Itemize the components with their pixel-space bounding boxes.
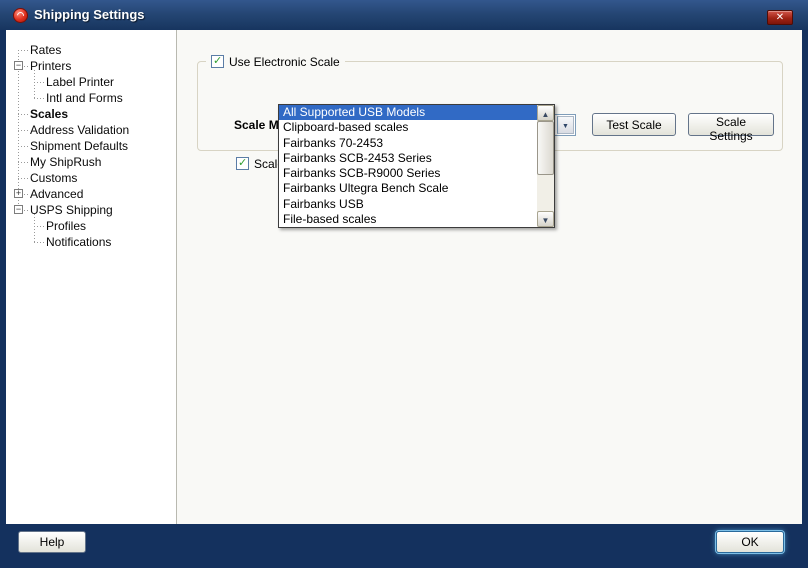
sidebar-item-label: Customs (30, 171, 78, 185)
scroll-down-icon: ▼ (541, 216, 550, 225)
app-logo-swoosh (15, 10, 26, 21)
combobox-dropdown-button[interactable]: ▼ (557, 116, 574, 134)
sidebar-item-shipment-defaults[interactable]: Shipment Defaults (8, 138, 176, 154)
scrollbar-thumb[interactable] (537, 121, 554, 175)
sidebar-item-customs[interactable]: Customs (8, 170, 176, 186)
tree-rows: Rates − Printers Label Printer Intl and Form… (8, 30, 176, 250)
scroll-down-button[interactable]: ▼ (537, 211, 554, 227)
help-button[interactable]: Help (18, 531, 86, 553)
collapse-icon[interactable]: − (14, 205, 23, 214)
sidebar-item-label-printer[interactable]: Label Printer (8, 74, 176, 90)
checkmark-icon: ✓ (238, 157, 248, 169)
dropdown-option-clipboard-based-scales[interactable]: Clipboard-based scales (279, 120, 537, 135)
dropdown-option-fairbanks-scb-r9000-series[interactable]: Fairbanks SCB-R9000 Series (279, 166, 537, 181)
sidebar-item-label: USPS Shipping (30, 203, 113, 217)
sidebar-item-label: Label Printer (46, 75, 115, 89)
sidebar-item-label: Profiles (46, 219, 87, 233)
use-electronic-scale-label: Use Electronic Scale (229, 54, 340, 69)
titlebar: Shipping Settings ✕ (0, 0, 808, 30)
sidebar-item-label: Shipment Defaults (30, 139, 129, 153)
sidebar-item-intl-and-forms[interactable]: Intl and Forms (8, 90, 176, 106)
sidebar-item-usps-shipping[interactable]: − USPS Shipping (8, 202, 176, 218)
sidebar-item-notifications[interactable]: Notifications (8, 234, 176, 250)
use-electronic-scale-checkbox[interactable]: ✓ (211, 55, 224, 68)
dropdown-scrollbar[interactable]: ▲ ▼ (537, 105, 554, 227)
chevron-down-icon: ▼ (562, 123, 569, 130)
dropdown-option-fairbanks-70-2453[interactable]: Fairbanks 70-2453 (279, 136, 537, 151)
scroll-up-button[interactable]: ▲ (537, 105, 554, 121)
dropdown-option-file-based-scales[interactable]: File-based scales (279, 212, 537, 227)
sidebar-item-label: Advanced (30, 187, 84, 201)
shipping-settings-window: Shipping Settings ✕ Rates − Printers Label … (0, 0, 808, 568)
sidebar-item-label: Intl and Forms (46, 91, 123, 105)
close-button[interactable]: ✕ (767, 10, 793, 25)
sidebar-item-label: Printers (30, 59, 72, 73)
checkmark-icon: ✓ (213, 55, 223, 67)
main-panel: ✓ Use Electronic Scale Scale Model All S… (176, 30, 802, 524)
scale-weight-checkbox[interactable]: ✓ (236, 157, 249, 170)
sidebar-item-rates[interactable]: Rates (8, 42, 176, 58)
dropdown-option-all-supported-usb-models[interactable]: All Supported USB Models (279, 105, 537, 121)
footer: Help OK (0, 524, 808, 568)
group-legend: ✓ Use Electronic Scale (206, 54, 345, 69)
sidebar-item-printers[interactable]: − Printers (8, 58, 176, 74)
sidebar-item-advanced[interactable]: + Advanced (8, 186, 176, 202)
scroll-up-icon: ▲ (541, 110, 550, 119)
sidebar-item-scales[interactable]: Scales (8, 106, 176, 122)
dropdown-option-fairbanks-usb[interactable]: Fairbanks USB (279, 197, 537, 212)
expand-icon[interactable]: + (14, 189, 23, 198)
sidebar-item-my-shiprush[interactable]: My ShipRush (8, 154, 176, 170)
dropdown-option-fairbanks-scb-2453-series[interactable]: Fairbanks SCB-2453 Series (279, 151, 537, 166)
sidebar-item-label: My ShipRush (30, 155, 102, 169)
sidebar-item-profiles[interactable]: Profiles (8, 218, 176, 234)
sidebar-tree: Rates − Printers Label Printer Intl and Form… (8, 30, 176, 524)
scale-settings-button[interactable]: Scale Settings (688, 113, 774, 143)
window-title: Shipping Settings (34, 7, 145, 22)
sidebar-item-label: Rates (30, 43, 62, 57)
dropdown-options: All Supported USB Models Clipboard-based … (279, 105, 537, 227)
sidebar-item-label: Scales (30, 107, 69, 121)
ok-button[interactable]: OK (716, 531, 784, 553)
test-scale-button[interactable]: Test Scale (592, 113, 676, 136)
app-icon (13, 8, 28, 23)
sidebar-item-address-validation[interactable]: Address Validation (8, 122, 176, 138)
scale-model-dropdown-list: All Supported USB Models Clipboard-based … (278, 104, 555, 228)
sidebar-item-label: Address Validation (30, 123, 130, 137)
collapse-icon[interactable]: − (14, 61, 23, 70)
dialog-body: Rates − Printers Label Printer Intl and Form… (6, 30, 802, 524)
sidebar-item-label: Notifications (46, 235, 112, 249)
close-icon: ✕ (775, 12, 785, 23)
dropdown-option-fairbanks-ultegra-bench-scale[interactable]: Fairbanks Ultegra Bench Scale (279, 181, 537, 196)
